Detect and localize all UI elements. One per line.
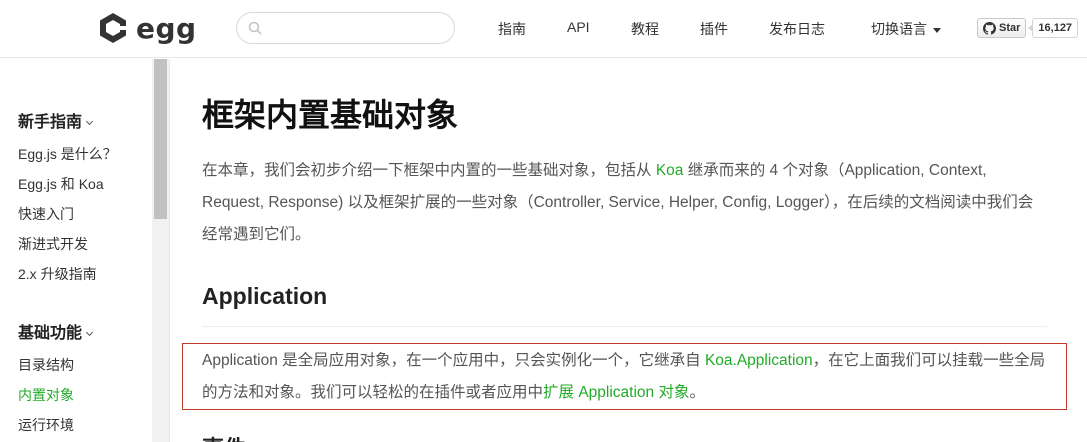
language-switcher[interactable]: 切换语言 bbox=[871, 19, 941, 39]
intro-text-1: 在本章，我们会初步介绍一下框架中内置的一些基础对象，包括从 bbox=[202, 162, 656, 179]
sidebar-item-quickstart[interactable]: 快速入门 bbox=[18, 204, 74, 224]
nav-release-log[interactable]: 发布日志 bbox=[769, 19, 825, 39]
koa-application-link[interactable]: Koa.Application bbox=[705, 352, 813, 369]
sidebar: 新手指南 Egg.js 是什么？ Egg.js 和 Koa 快速入门 渐进式开发… bbox=[0, 59, 170, 442]
main-nav: 指南 API 教程 插件 发布日志 切换语言 bbox=[0, 0, 1087, 58]
application-text-1: Application 是全局应用对象，在一个应用中，只会实例化一个，它继承自 bbox=[202, 352, 705, 369]
sidebar-item-env[interactable]: 运行环境 bbox=[18, 415, 74, 435]
github-star-label: Star bbox=[999, 22, 1021, 34]
main-content: 框架内置基础对象 在本章，我们会初步介绍一下框架中内置的一些基础对象，包括从 K… bbox=[171, 59, 1087, 442]
nav-api[interactable]: API bbox=[567, 19, 590, 35]
section-divider bbox=[202, 326, 1047, 327]
extend-application-link[interactable]: 扩展 Application 对象 bbox=[543, 384, 689, 401]
caret-down-icon bbox=[933, 27, 941, 33]
application-paragraph: Application 是全局应用对象，在一个应用中，只会实例化一个，它继承自 … bbox=[202, 345, 1047, 409]
sidebar-item-egg-and-koa[interactable]: Egg.js 和 Koa bbox=[18, 174, 104, 194]
sidebar-group-basics[interactable]: 基础功能 bbox=[18, 319, 94, 343]
section-title-application: Application bbox=[202, 283, 328, 309]
nav-tutorials[interactable]: 教程 bbox=[631, 19, 659, 39]
page-title: 框架内置基础对象 bbox=[202, 97, 459, 133]
sidebar-item-upgrade-2x[interactable]: 2.x 升级指南 bbox=[18, 264, 97, 284]
github-star-widget: Star 16,127 bbox=[977, 18, 1079, 38]
intro-paragraph: 在本章，我们会初步介绍一下框架中内置的一些基础对象，包括从 Koa 继承而来的 … bbox=[202, 155, 1047, 251]
top-header: egg 指南 API 教程 插件 发布日志 切换语言 Star 16,127 bbox=[0, 0, 1087, 58]
sidebar-item-directory-structure[interactable]: 目录结构 bbox=[18, 355, 74, 375]
sidebar-item-what-is-egg[interactable]: Egg.js 是什么？ bbox=[18, 144, 117, 164]
chevron-down-icon bbox=[85, 328, 94, 337]
sidebar-item-progressive[interactable]: 渐进式开发 bbox=[18, 234, 88, 254]
section-title-events: 事件 bbox=[202, 431, 246, 442]
application-text-3: 。 bbox=[689, 384, 705, 401]
sidebar-group-getting-started[interactable]: 新手指南 bbox=[18, 108, 94, 132]
chevron-down-icon bbox=[85, 117, 94, 126]
sidebar-item-builtin-objects[interactable]: 内置对象 bbox=[18, 385, 74, 405]
koa-link[interactable]: Koa bbox=[656, 162, 684, 179]
nav-plugins[interactable]: 插件 bbox=[700, 19, 728, 39]
language-switcher-label: 切换语言 bbox=[871, 21, 927, 37]
sidebar-scrollbar-thumb[interactable] bbox=[154, 59, 167, 219]
sidebar-group-title: 新手指南 bbox=[18, 114, 83, 131]
github-star-button[interactable]: Star bbox=[977, 18, 1027, 38]
github-icon bbox=[983, 21, 996, 35]
sidebar-group-title: 基础功能 bbox=[18, 325, 83, 342]
github-star-count[interactable]: 16,127 bbox=[1028, 18, 1079, 38]
nav-guide[interactable]: 指南 bbox=[498, 19, 526, 39]
